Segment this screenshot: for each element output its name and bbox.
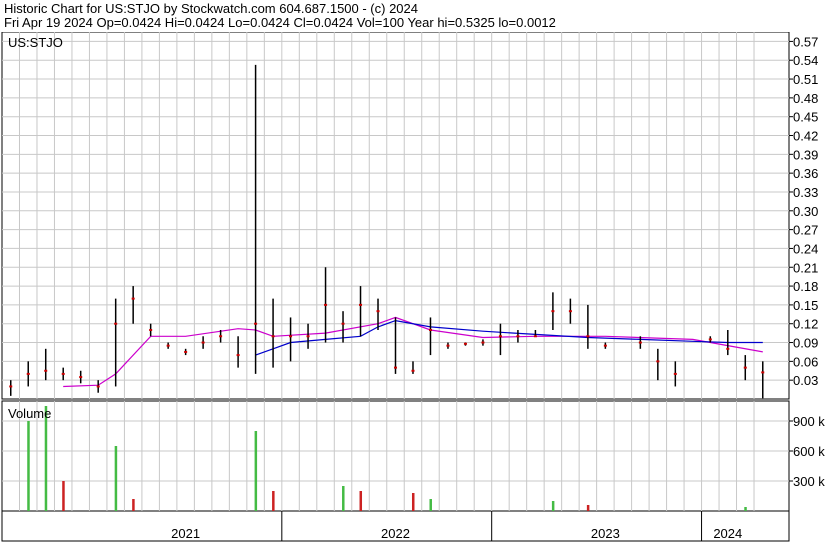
close-marker <box>149 328 153 331</box>
close-marker <box>411 369 415 372</box>
volume-y-tick-label: 900 k <box>793 414 825 429</box>
volume-bar <box>359 491 363 511</box>
volume-bar <box>411 493 415 511</box>
header-quote-line: Fri Apr 19 2024 Op=0.0424 Hi=0.0424 Lo=0… <box>4 15 556 30</box>
close-marker <box>533 335 537 338</box>
volume-bar <box>551 501 555 511</box>
close-marker <box>219 335 223 338</box>
close-marker <box>376 310 380 313</box>
close-marker <box>428 328 432 331</box>
price-y-tick-label: 0.48 <box>793 91 818 106</box>
price-y-tick-label: 0.15 <box>793 298 818 313</box>
price-y-tick-label: 0.42 <box>793 129 818 144</box>
price-y-tick-label: 0.09 <box>793 336 818 351</box>
close-marker <box>131 297 135 300</box>
price-y-tick-label: 0.12 <box>793 317 818 332</box>
volume-bar <box>44 406 48 511</box>
price-y-tick-label: 0.24 <box>793 241 818 256</box>
close-marker <box>516 335 520 338</box>
close-marker <box>498 335 502 338</box>
price-y-tick-label: 0.36 <box>793 166 818 181</box>
chart-header: Historic Chart for US:STJO by Stockwatch… <box>0 0 830 32</box>
x-year-label: 2021 <box>171 526 200 541</box>
volume-panel <box>1 400 790 512</box>
stock-chart: 0.03 0.06 0.09 0.12 0.15 0.18 0.21 0.24 0.27 0.30… <box>1 31 825 542</box>
close-marker <box>568 310 572 313</box>
volume-bar <box>586 505 590 511</box>
close-marker <box>551 310 555 313</box>
close-marker <box>603 344 607 347</box>
x-year-label: 2023 <box>591 526 620 541</box>
close-marker <box>463 342 467 345</box>
close-marker <box>656 360 660 363</box>
close-marker <box>289 335 293 338</box>
close-marker <box>79 376 83 379</box>
price-y-tick-label: 0.06 <box>793 354 818 369</box>
close-marker <box>61 372 65 375</box>
price-y-tick-label: 0.51 <box>793 72 818 87</box>
close-marker <box>446 344 450 347</box>
close-marker <box>394 366 397 369</box>
close-marker <box>26 372 30 375</box>
close-marker <box>184 350 188 353</box>
volume-bar <box>132 499 135 511</box>
close-marker <box>586 335 590 338</box>
volume-bar <box>114 446 118 511</box>
volume-panel-title: Volume <box>8 406 51 421</box>
volume-bar <box>342 486 345 511</box>
price-y-tick-label: 0.33 <box>793 185 818 200</box>
price-y-tick-label: 0.54 <box>793 53 818 68</box>
volume-bar <box>254 431 258 511</box>
close-marker <box>201 341 205 344</box>
close-marker <box>673 372 677 375</box>
close-marker <box>761 371 765 374</box>
volume-bar <box>429 499 432 511</box>
x-year-label: 2022 <box>381 526 410 541</box>
close-marker <box>114 322 118 325</box>
volume-bar <box>744 507 747 511</box>
close-marker <box>96 385 100 388</box>
price-y-tick-label: 0.57 <box>793 34 818 49</box>
price-y-tick-label: 0.45 <box>793 110 818 125</box>
close-marker <box>44 369 48 372</box>
close-marker <box>236 354 240 357</box>
close-marker <box>638 341 642 344</box>
volume-y-tick-label: 300 k <box>793 474 825 489</box>
volume-bar <box>272 491 275 511</box>
close-marker <box>481 341 485 344</box>
price-y-tick-label: 0.39 <box>793 147 818 162</box>
close-marker <box>708 338 712 341</box>
close-marker <box>341 322 345 325</box>
close-marker <box>271 335 275 338</box>
close-marker <box>9 385 13 388</box>
price-y-tick-label: 0.27 <box>793 223 818 238</box>
header-title: Historic Chart for US:STJO by Stockwatch… <box>4 1 419 16</box>
price-y-tick-label: 0.18 <box>793 279 818 294</box>
close-marker <box>166 344 170 347</box>
price-y-tick-label: 0.21 <box>793 260 818 275</box>
close-marker <box>743 366 747 369</box>
x-year-label: 2024 <box>713 526 742 541</box>
price-y-tick-label: 0.30 <box>793 204 818 219</box>
close-marker <box>324 303 328 306</box>
close-marker <box>359 303 363 306</box>
volume-bar <box>62 481 65 511</box>
volume-y-tick-label: 600 k <box>793 444 825 459</box>
volume-bar <box>27 421 30 511</box>
close-marker <box>254 322 258 325</box>
close-marker <box>726 347 730 350</box>
price-y-tick-label: 0.03 <box>793 373 818 388</box>
close-marker <box>306 335 310 338</box>
price-panel-title: US:STJO <box>8 35 63 50</box>
